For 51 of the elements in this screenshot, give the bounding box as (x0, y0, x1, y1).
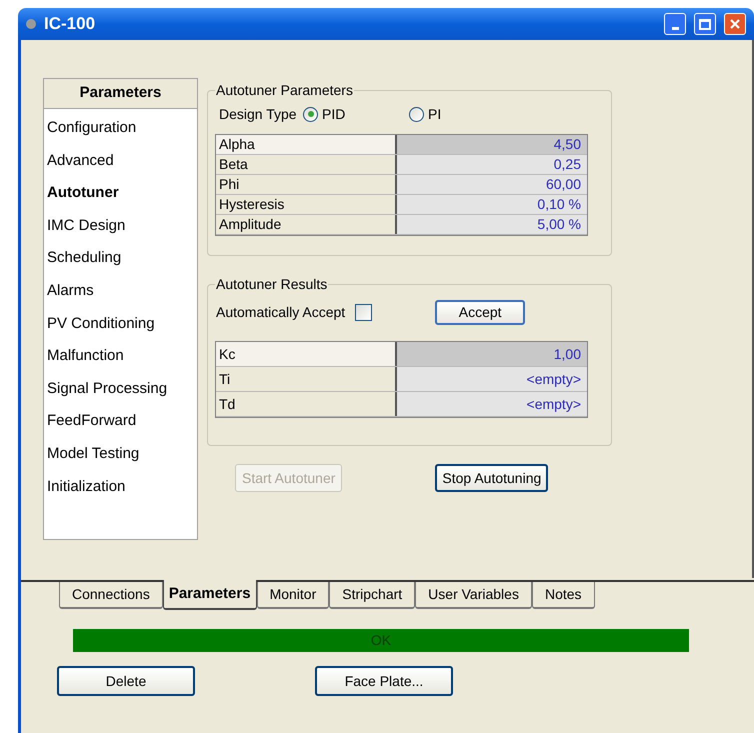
tab[interactable]: Parameters (162, 580, 257, 610)
minimize-button[interactable] (664, 13, 686, 35)
grid-label-cell: Ti (216, 367, 397, 391)
grid-label-cell: Beta (216, 155, 397, 174)
app-icon (26, 19, 36, 29)
accept-button[interactable]: Accept (435, 300, 526, 324)
close-icon (729, 18, 741, 30)
tab[interactable]: Stripchart (329, 582, 416, 609)
sidebar-item[interactable]: Alarms (44, 274, 197, 308)
minimize-icon (672, 27, 678, 30)
tab[interactable]: User Variables (415, 582, 532, 609)
grid-label-cell: Td (216, 392, 397, 416)
action-button[interactable]: Stop Autotuning (435, 464, 548, 492)
grid-label-cell: Alpha (216, 135, 397, 154)
tab[interactable]: Monitor (256, 582, 330, 609)
tab[interactable]: Notes (532, 582, 595, 609)
sidebar-item[interactable]: Malfunction (44, 340, 197, 373)
close-button[interactable] (724, 13, 746, 35)
radio-label: PI (428, 104, 442, 124)
maximize-icon (699, 18, 711, 30)
status-bar: OK (73, 629, 689, 652)
grid-label-cell: Amplitude (216, 215, 397, 234)
sidebar-item[interactable]: FeedForward (44, 405, 197, 438)
sidebar-header: Parameters (44, 79, 197, 109)
sidebar-item[interactable]: Autotuner (44, 177, 197, 210)
sidebar-item[interactable]: Advanced (44, 144, 197, 178)
radio-label: PID (322, 104, 346, 124)
sidebar-item[interactable]: Initialization (44, 470, 197, 504)
grid-value-cell: 1,00 (397, 342, 587, 366)
group-title: Autotuner Results (215, 275, 328, 294)
checkbox-label: Automatically Accept (216, 302, 346, 322)
action-button[interactable]: Delete (57, 666, 195, 696)
window-title: IC-100 (44, 13, 96, 36)
grid-label-cell: Hysteresis (216, 195, 397, 214)
sidebar-item[interactable]: Configuration (44, 112, 197, 145)
sidebar-item[interactable]: IMC Design (44, 210, 197, 242)
sidebar-item[interactable]: PV Conditioning (44, 308, 197, 340)
sidebar-item[interactable]: Scheduling (44, 242, 197, 275)
sidebar-item[interactable]: Model Testing (44, 438, 197, 471)
grid-value-cell: 4,50 (397, 135, 587, 154)
radio-button[interactable] (303, 106, 318, 122)
action-button[interactable]: Face Plate... (315, 666, 453, 696)
tab[interactable]: Connections (59, 582, 163, 609)
grid-label-cell: Kc (216, 342, 397, 366)
grid-label-cell: Phi (216, 175, 397, 194)
design-type-label: Design Type (219, 104, 298, 124)
sidebar-item[interactable]: Signal Processing (44, 372, 197, 406)
maximize-button[interactable] (694, 13, 716, 35)
radio-button[interactable] (409, 106, 424, 122)
checkbox[interactable] (355, 304, 372, 320)
group-title: Autotuner Parameters (215, 81, 354, 100)
